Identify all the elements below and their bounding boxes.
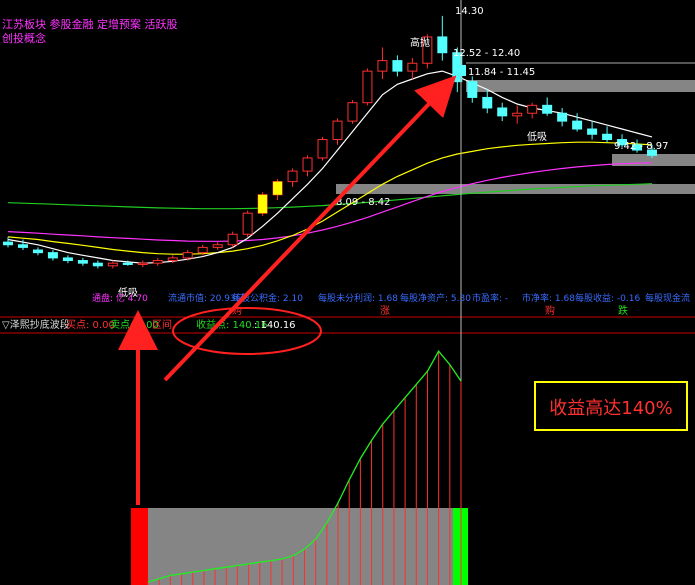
candle-body xyxy=(542,104,553,114)
candle-body xyxy=(47,252,58,259)
candle-body xyxy=(287,170,298,183)
candle-body xyxy=(152,260,163,264)
candle-body xyxy=(227,233,238,246)
candle-body xyxy=(407,62,418,72)
arrow-diagonal xyxy=(163,75,457,382)
signal-mark: 涨 xyxy=(380,305,390,317)
candle-body xyxy=(467,81,478,98)
candle-body xyxy=(512,112,523,117)
candle-body xyxy=(347,102,358,122)
ma_long-line xyxy=(7,162,653,242)
candle-body xyxy=(302,157,313,172)
info-item: 通盘: 亿 4.70 xyxy=(92,292,148,304)
breakout-candle xyxy=(273,181,283,195)
label-r2: 11.84 - 11.45 xyxy=(468,67,535,78)
candle-body xyxy=(587,128,598,135)
candle-body xyxy=(392,60,403,72)
candle-body xyxy=(122,262,133,265)
info-item: 每股净资产: 5.30 xyxy=(400,292,471,304)
stock-chart: 14.30 高抛 12.52 - 12.40 11.84 - 11.45 9.4… xyxy=(0,0,695,585)
signal-mark: 跌 xyxy=(618,304,628,317)
candle-body xyxy=(32,249,43,254)
label-r1: 12.52 - 12.40 xyxy=(453,48,520,59)
candle-body xyxy=(137,262,148,265)
signal-mark: 购 xyxy=(545,304,555,317)
candle-body xyxy=(107,262,118,267)
candle-body xyxy=(572,120,583,130)
candle-body xyxy=(557,112,568,122)
candle-body xyxy=(527,104,538,114)
candle-body xyxy=(77,260,88,264)
info-item: 市盈率: - xyxy=(472,292,508,304)
candle-body xyxy=(17,244,28,248)
buy-bar xyxy=(131,508,148,585)
info-item: 每股收益: -0.16 xyxy=(575,292,640,304)
candle-body xyxy=(197,246,208,254)
candle-body xyxy=(377,60,388,72)
candle-body xyxy=(437,36,448,54)
info-item: 每股现金流 xyxy=(645,292,690,304)
range-label: 区间 xyxy=(152,318,172,331)
candle-body xyxy=(332,120,343,141)
indicator-name: ▽泽熙抄底波段 xyxy=(2,318,70,331)
info-row: 通盘: 亿 4.70 流通市值: 20.93亿每股公积金: 2.10 每股未分利润:… xyxy=(92,292,690,317)
buy-label: 买点: 0.00 xyxy=(66,319,115,331)
ma_short-line xyxy=(7,70,653,264)
breakout-candle xyxy=(258,194,268,214)
candle-body xyxy=(497,107,508,117)
callout-text: 收益高达140% xyxy=(549,398,672,419)
candle-body xyxy=(602,133,613,141)
title-line-2: 创投概念 xyxy=(2,31,46,45)
profit-value: : 140.16 xyxy=(254,320,296,331)
label-r3: 9.42 - 8.97 xyxy=(614,141,669,152)
tag-gaopi: 高抛 xyxy=(410,36,430,49)
band-8.09 xyxy=(336,184,695,194)
info-item: 每股未分利润: 1.68 xyxy=(318,292,398,304)
candle-body xyxy=(62,257,73,262)
candle-body xyxy=(212,244,223,248)
candle-body xyxy=(3,241,13,246)
info-item: 市净率: 1.68 xyxy=(522,292,575,304)
label-high: 14.30 xyxy=(455,6,484,17)
tag-dixi: 低吸 xyxy=(527,130,547,143)
candle-body xyxy=(92,262,103,267)
band-11.84 xyxy=(466,80,695,92)
candle-body xyxy=(182,252,193,259)
candle-body xyxy=(242,212,253,235)
title-line-1: 江苏板块 参股金融 定增预案 活跃股 xyxy=(2,17,178,31)
candle-body xyxy=(362,70,373,104)
candle-body xyxy=(167,257,178,262)
candle-body xyxy=(482,96,493,109)
label-r4: 8.09 - 8.42 xyxy=(336,197,391,208)
chart-canvas: 14.30 高抛 12.52 - 12.40 11.84 - 11.45 9.4… xyxy=(0,0,695,585)
candle-body xyxy=(317,139,328,159)
marker-r2 xyxy=(455,65,466,76)
